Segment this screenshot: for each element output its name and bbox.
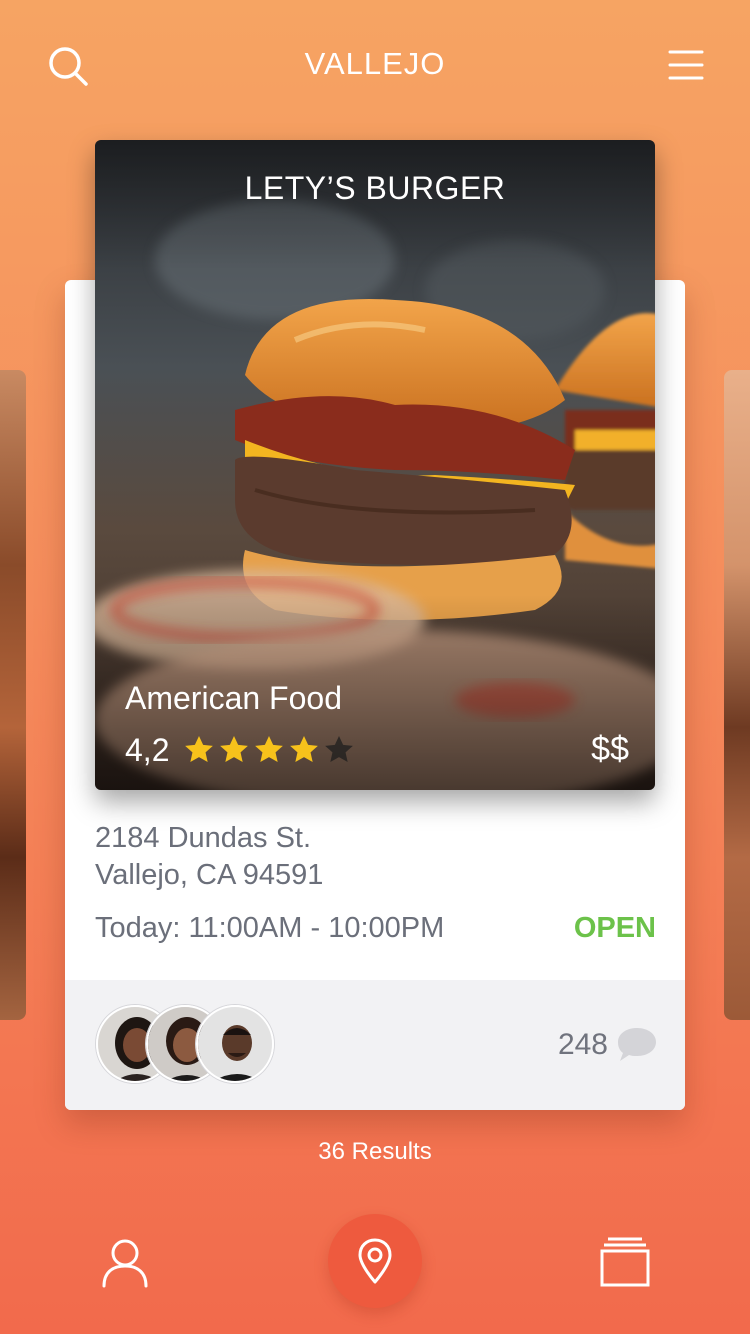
cuisine-label: American Food xyxy=(125,680,342,716)
price-level: $$ xyxy=(591,730,629,768)
star-filled-icon xyxy=(220,736,249,762)
address-line-2: Vallejo, CA 94591 xyxy=(95,859,324,891)
avatar[interactable] xyxy=(196,1005,274,1083)
review-count: 248 xyxy=(557,1028,608,1061)
hamburger-menu-icon xyxy=(668,50,704,80)
city-title[interactable]: VALLEJO xyxy=(0,46,750,82)
rating-value: 4,2 xyxy=(125,731,170,768)
profile-tab[interactable] xyxy=(100,1238,150,1288)
restaurant-name: LETY’S BURGER xyxy=(244,170,506,206)
address[interactable]: 2184 Dundas St. Vallejo, CA 94591 xyxy=(95,820,323,894)
avatar-image xyxy=(198,1007,272,1081)
cards-stack-icon xyxy=(600,1237,650,1287)
star-empty-icon xyxy=(325,736,354,762)
star-filled-icon xyxy=(255,736,284,762)
reviewer-avatars[interactable] xyxy=(96,1005,296,1083)
menu-button[interactable] xyxy=(668,48,704,82)
app-header: VALLEJO xyxy=(0,0,750,130)
star-filled-icon xyxy=(290,736,319,762)
comment-bubble-icon xyxy=(618,1028,656,1061)
address-line-1: 2184 Dundas St. xyxy=(95,822,312,854)
open-status-badge: OPEN xyxy=(573,912,656,944)
map-tab[interactable] xyxy=(328,1214,422,1308)
restaurant-photo[interactable]: LETY’S BURGER American Food 4,2 $$ xyxy=(95,140,655,790)
comments-button[interactable] xyxy=(616,1026,658,1064)
next-restaurant-card[interactable] xyxy=(724,370,750,1020)
star-rating xyxy=(183,734,355,766)
previous-restaurant-card[interactable] xyxy=(0,370,26,1020)
rating-row: 4,2 xyxy=(125,730,355,770)
map-pin-icon xyxy=(358,1238,392,1284)
cards-tab[interactable] xyxy=(598,1236,652,1288)
opening-hours: Today: 11:00AM - 10:00PM xyxy=(95,912,445,944)
results-count: 36 Results xyxy=(318,1138,432,1165)
star-filled-icon xyxy=(185,736,214,762)
user-icon xyxy=(102,1239,148,1288)
